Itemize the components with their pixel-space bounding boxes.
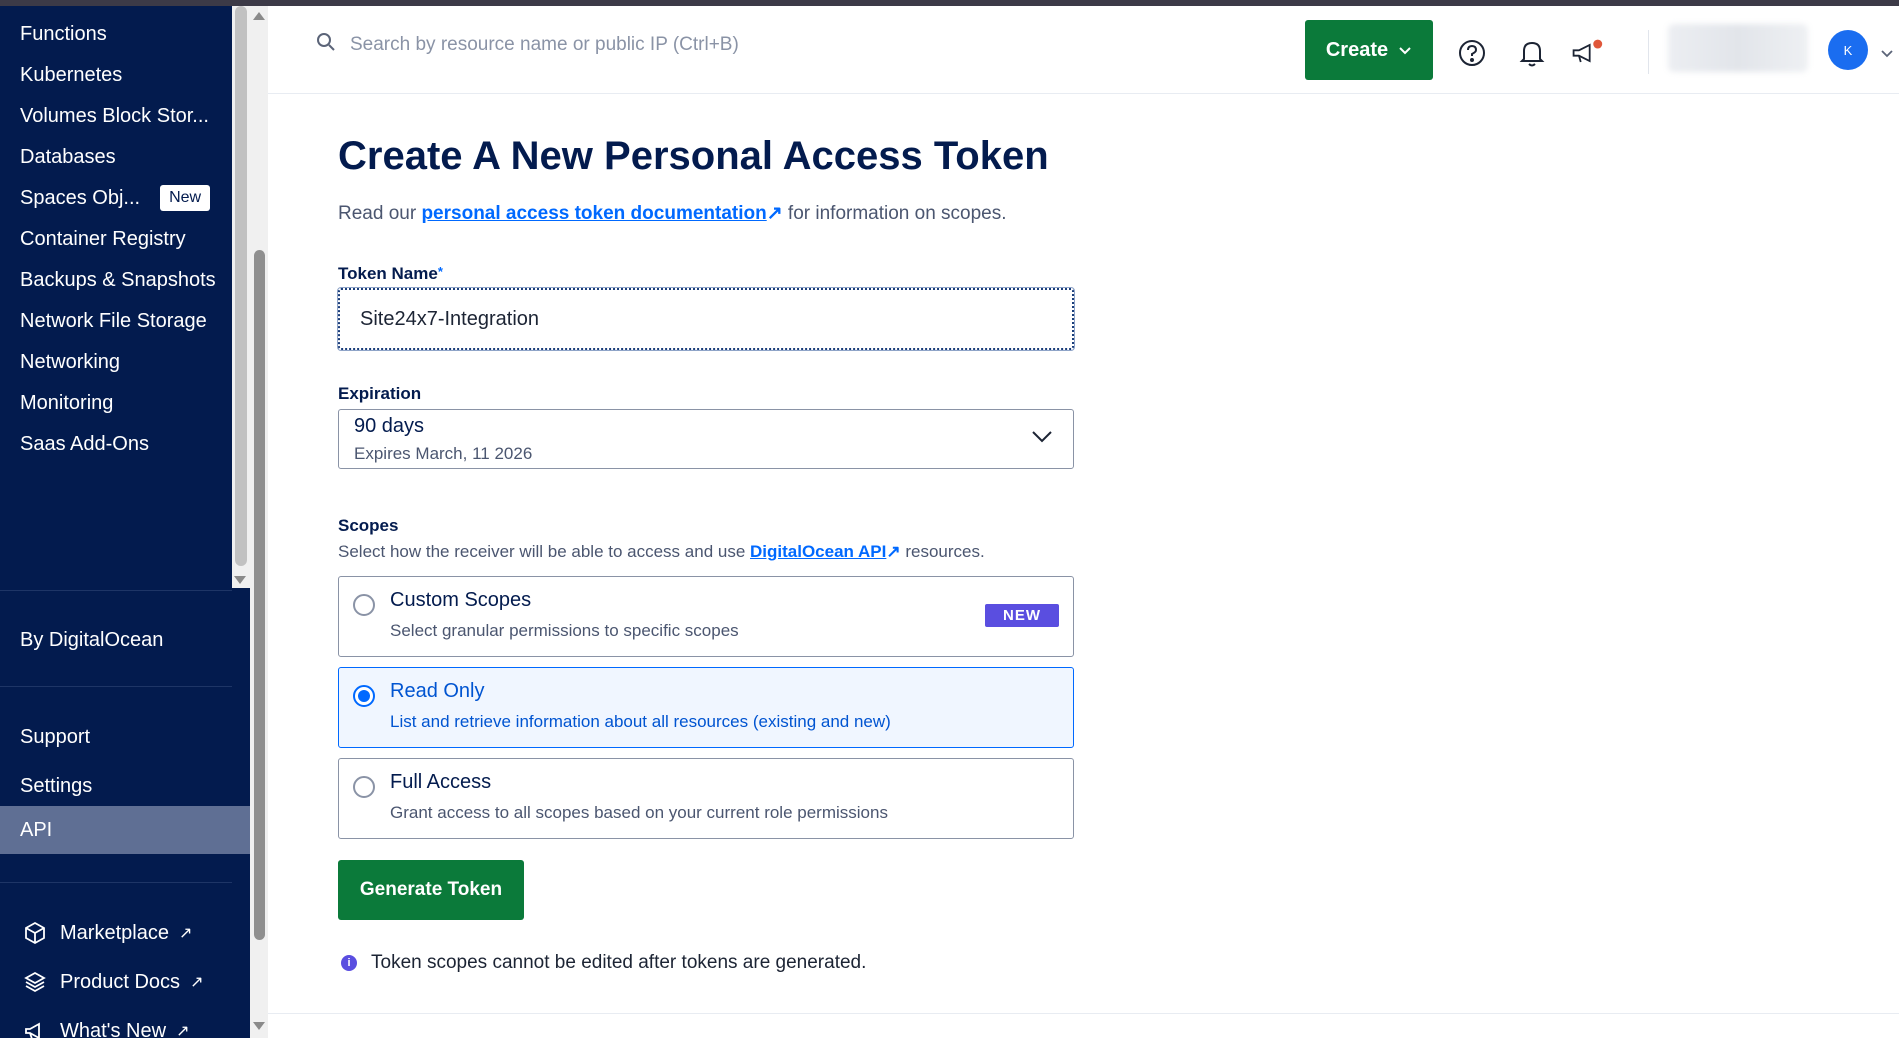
radio-button[interactable] <box>353 594 375 616</box>
external-link-icon: ↗ <box>886 542 901 561</box>
sidebar-link-label: Product Docs <box>60 970 181 993</box>
scope-option-full-access[interactable]: Full Access Grant access to all scopes b… <box>338 758 1074 839</box>
required-marker: * <box>437 264 443 279</box>
sidebar-item-by-digitalocean[interactable]: By DigitalOcean <box>0 610 232 670</box>
sidebar-item-saas-addons[interactable]: Saas Add-Ons <box>0 420 232 468</box>
scopes-label: Scopes <box>338 516 399 535</box>
sidebar-item-label: Networking <box>20 350 121 373</box>
cube-icon <box>22 920 48 946</box>
sidebar-item-support[interactable]: Support <box>0 713 232 761</box>
sidebar-item-label: Support <box>20 725 91 748</box>
intro-prefix: Read our <box>338 203 422 224</box>
search-bar[interactable]: Search by resource name or public IP (Ct… <box>316 32 739 58</box>
info-icon: i <box>341 955 357 971</box>
create-button[interactable]: Create <box>1305 20 1433 80</box>
sidebar-item-label: Monitoring <box>20 391 114 414</box>
sidebar-item-label: Databases <box>20 145 116 168</box>
sidebar-item-label: Network File Storage <box>20 309 207 332</box>
token-name-label: Token Name* <box>338 264 443 284</box>
expiration-value: 90 days <box>354 415 425 437</box>
sidebar-item-label: Saas Add-Ons <box>20 432 149 455</box>
sidebar-divider <box>0 590 232 591</box>
sidebar-item-label: Volumes Block Stor... <box>20 104 209 127</box>
sidebar-link-label: What's New <box>60 1019 167 1038</box>
sidebar: Functions Kubernetes Volumes Block Stor.… <box>0 6 250 1038</box>
main-scroll-down-arrow[interactable] <box>253 1022 265 1030</box>
scopes-description: Select how the receiver will be able to … <box>338 542 985 562</box>
stack-icon <box>22 969 48 995</box>
create-button-label: Create <box>1325 38 1389 61</box>
sidebar-item-label: Spaces Obj... <box>20 186 141 209</box>
scope-option-read-only[interactable]: Read Only List and retrieve information … <box>338 667 1074 748</box>
sidebar-item-label: Backups & Snapshots <box>20 268 216 291</box>
new-badge: NEW <box>985 604 1059 627</box>
sidebar-item-label: Settings <box>20 774 93 797</box>
sidebar-item-settings[interactable]: Settings <box>0 762 232 810</box>
top-header: Search by resource name or public IP (Ct… <box>268 6 1899 94</box>
sidebar-item-label: Functions <box>20 22 107 45</box>
new-badge: New <box>160 185 211 211</box>
sidebar-scrollbar-thumb[interactable] <box>235 6 247 566</box>
external-link-icon: ↗ <box>766 203 783 224</box>
sidebar-link-product-docs[interactable]: Product Docs ↗ <box>0 958 232 1006</box>
expiration-date: Expires March, 11 2026 <box>354 444 533 463</box>
sidebar-divider <box>0 686 232 687</box>
option-title: Read Only <box>390 680 485 702</box>
search-icon <box>316 32 336 58</box>
sidebar-item-label: API <box>20 818 53 841</box>
header-separator <box>1648 30 1649 74</box>
main-scroll-up-arrow[interactable] <box>253 12 265 20</box>
scopes-desc-suffix: resources. <box>900 542 985 561</box>
intro-suffix: for information on scopes. <box>782 203 1007 224</box>
external-link-icon: ↗ <box>178 925 193 942</box>
option-description: List and retrieve information about all … <box>390 712 891 731</box>
sidebar-divider <box>0 882 232 883</box>
page-title: Create A New Personal Access Token <box>338 134 1049 178</box>
sidebar-item-label: Container Registry <box>20 227 186 250</box>
main-content: Create A New Personal Access Token Read … <box>268 94 1899 1038</box>
avatar[interactable]: K <box>1828 30 1868 70</box>
sidebar-link-marketplace[interactable]: Marketplace ↗ <box>0 909 232 957</box>
bell-icon[interactable] <box>1515 36 1549 70</box>
option-description: Grant access to all scopes based on your… <box>390 803 888 822</box>
expiration-label: Expiration <box>338 384 422 403</box>
digitalocean-api-link[interactable]: DigitalOcean API <box>750 542 886 561</box>
note-text: Token scopes cannot be edited after toke… <box>371 952 867 973</box>
token-name-input[interactable] <box>337 287 1075 351</box>
sidebar-item-label: By DigitalOcean <box>20 628 164 651</box>
chevron-down-icon <box>1031 430 1053 449</box>
external-link-icon: ↗ <box>190 974 204 991</box>
option-description: Select granular permissions to specific … <box>390 621 739 640</box>
chevron-down-icon[interactable] <box>1880 46 1894 64</box>
option-title: Full Access <box>390 771 492 793</box>
sidebar-scroll-down-arrow[interactable] <box>234 576 246 584</box>
radio-button[interactable] <box>353 776 375 798</box>
account-name-redacted[interactable] <box>1668 24 1808 72</box>
radio-button[interactable] <box>353 685 375 707</box>
sidebar-item-api[interactable]: API <box>0 806 250 854</box>
main-scrollbar-thumb[interactable] <box>254 250 265 940</box>
expiration-select[interactable]: 90 days Expires March, 11 2026 <box>338 409 1074 469</box>
docs-link[interactable]: personal access token documentation <box>421 203 766 224</box>
sidebar-link-label: Marketplace <box>60 921 169 944</box>
help-icon[interactable] <box>1455 36 1489 70</box>
scopes-desc-prefix: Select how the receiver will be able to … <box>338 542 751 561</box>
sidebar-item-label: Kubernetes <box>20 63 123 86</box>
scope-option-custom[interactable]: Custom Scopes Select granular permission… <box>338 576 1074 657</box>
announcements-megaphone-icon[interactable] <box>1570 36 1604 70</box>
external-link-icon: ↗ <box>176 1023 190 1038</box>
footer-divider <box>268 1013 1899 1014</box>
token-name-label-text: Token Name <box>338 264 438 283</box>
megaphone-icon <box>22 1018 48 1038</box>
intro-text: Read our personal access token documenta… <box>338 202 1007 225</box>
generate-token-button[interactable]: Generate Token <box>338 860 524 920</box>
chevron-down-icon <box>1398 39 1412 62</box>
search-input[interactable]: Search by resource name or public IP (Ct… <box>350 34 739 56</box>
option-title: Custom Scopes <box>390 589 532 611</box>
sidebar-link-whats-new[interactable]: What's New ↗ <box>0 1007 232 1038</box>
scopes-note: i Token scopes cannot be edited after to… <box>341 952 866 974</box>
